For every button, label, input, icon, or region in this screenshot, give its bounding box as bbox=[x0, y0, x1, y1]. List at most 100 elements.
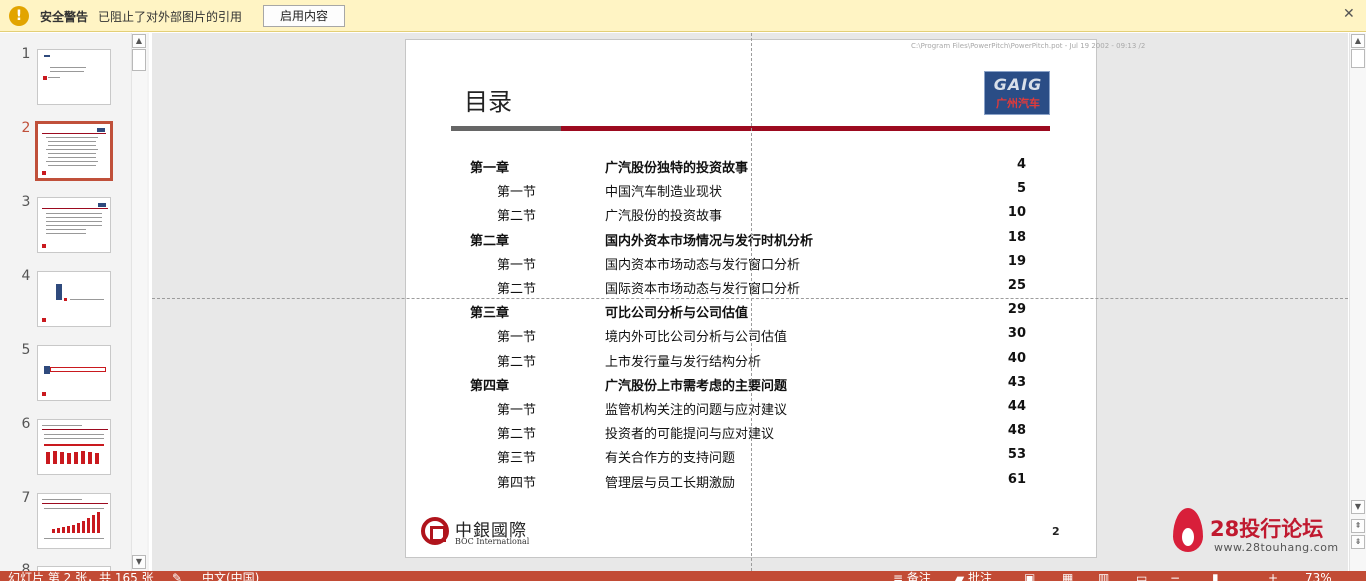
gaig-logo: GAIG 广州汽车 bbox=[984, 71, 1050, 115]
toc-page-number: 25 bbox=[1007, 278, 1026, 293]
slide-thumbnail-2[interactable] bbox=[35, 121, 113, 181]
toc-page-number: 40 bbox=[1007, 350, 1026, 366]
forum-watermark: 28投行论坛 www.28touhang.com bbox=[1170, 505, 1346, 555]
zoom-level[interactable]: 73% bbox=[1305, 572, 1332, 581]
warning-shield-icon: ! bbox=[9, 6, 29, 26]
scroll-up-icon[interactable]: ▲ bbox=[1351, 34, 1365, 48]
toc-label: 第二节 bbox=[497, 209, 537, 225]
toc-page-number: 18 bbox=[1007, 229, 1026, 245]
gaig-logo-subtext: 广州汽车 bbox=[996, 97, 1040, 110]
toc-page-number: 5 bbox=[1016, 181, 1026, 197]
watermark-url: www.28touhang.com bbox=[1214, 541, 1339, 554]
title-rule-red bbox=[561, 126, 1050, 131]
thumbnail-scrollbar[interactable]: ▲ ▼ bbox=[131, 33, 147, 571]
toc-page-number: 10 bbox=[1007, 205, 1026, 221]
scroll-up-icon[interactable]: ▲ bbox=[132, 34, 146, 48]
toc-page-number: 53 bbox=[1007, 447, 1026, 463]
thumbnail-number: 2 bbox=[21, 120, 31, 136]
toc-label: 第一节 bbox=[497, 403, 537, 418]
slide-thumbnail-7[interactable] bbox=[37, 493, 111, 549]
boc-logo: 中銀國際 BOC International bbox=[421, 516, 531, 550]
zoom-slider[interactable]: ▮ bbox=[1212, 572, 1219, 581]
toc-page-number: 44 bbox=[1007, 399, 1026, 414]
thumbnail-number: 6 bbox=[21, 416, 31, 432]
slide-sorter-icon[interactable]: ▦ bbox=[1062, 572, 1073, 581]
zoom-in-icon[interactable]: + bbox=[1268, 572, 1278, 581]
reading-view-icon[interactable]: ▥ bbox=[1098, 572, 1109, 581]
previous-slide-icon[interactable]: ⇞ bbox=[1351, 519, 1365, 533]
slide-thumbnail-5[interactable] bbox=[37, 345, 111, 401]
slide-thumbnail-1[interactable] bbox=[37, 49, 111, 105]
toc-label: 第三节 bbox=[497, 451, 537, 467]
toc-label: 第四节 bbox=[497, 475, 537, 491]
toc-title: 国内资本市场动态与发行窗口分析 bbox=[605, 257, 801, 273]
toc-page-number: 61 bbox=[1007, 471, 1026, 487]
thumbnail-number: 1 bbox=[21, 46, 31, 62]
slide-thumbnail-6[interactable] bbox=[37, 419, 111, 475]
zoom-out-icon[interactable]: − bbox=[1170, 572, 1180, 581]
security-warning-title: 安全警告 bbox=[40, 10, 89, 24]
enable-content-button[interactable]: 启用内容 bbox=[263, 5, 345, 27]
toc-title: 广汽股份的投资故事 bbox=[605, 209, 723, 225]
toc-title: 国际资本市场动态与发行窗口分析 bbox=[605, 282, 801, 297]
boc-emblem-icon bbox=[421, 517, 449, 545]
toc-page-number: 43 bbox=[1007, 374, 1026, 390]
status-bar: 幻灯片 第 2 张，共 165 张 ✎ 中文(中国) ≡ 备注 ▰ 批注 ▣ ▦… bbox=[0, 571, 1366, 581]
toc-label: 第二章 bbox=[470, 233, 510, 249]
spellcheck-icon[interactable]: ✎ bbox=[172, 572, 182, 581]
slide-thumbnail-pane[interactable]: 1 2 3 4 5 6 7 8 bbox=[0, 33, 149, 578]
scrollbar-thumb[interactable] bbox=[1351, 49, 1365, 68]
slideshow-icon[interactable]: ▭ bbox=[1136, 572, 1147, 581]
slide-title[interactable]: 目录 bbox=[464, 82, 512, 117]
toc-title: 广汽股份独特的投资故事 bbox=[605, 161, 749, 176]
toc-title: 中国汽车制造业现状 bbox=[605, 185, 723, 201]
vertical-guide[interactable] bbox=[751, 33, 752, 571]
toc-label: 第一节 bbox=[497, 185, 537, 201]
toc-title: 上市发行量与发行结构分析 bbox=[605, 354, 762, 370]
toc-label: 第二节 bbox=[497, 354, 537, 370]
boc-logo-english: BOC International bbox=[455, 537, 530, 546]
comments-button[interactable]: ▰ 批注 bbox=[955, 572, 992, 581]
toc-title: 监管机构关注的问题与应对建议 bbox=[605, 403, 788, 418]
toc-page-number: 30 bbox=[1007, 326, 1026, 342]
toc-title: 管理层与员工长期激励 bbox=[605, 475, 736, 491]
toc-label: 第一节 bbox=[497, 257, 537, 273]
horizontal-guide[interactable] bbox=[152, 298, 1348, 299]
language-indicator[interactable]: 中文(中国) bbox=[202, 572, 259, 581]
slide-page-number: 2 bbox=[1052, 525, 1060, 538]
scroll-down-icon[interactable]: ▼ bbox=[1351, 500, 1365, 514]
normal-view-icon[interactable]: ▣ bbox=[1024, 572, 1035, 581]
toc-label: 第一节 bbox=[497, 330, 537, 346]
toc-title: 有关合作方的支持问题 bbox=[605, 451, 736, 467]
toc-page-number: 4 bbox=[1016, 157, 1026, 172]
toc-page-number: 19 bbox=[1007, 253, 1026, 269]
scroll-down-icon[interactable]: ▼ bbox=[132, 555, 146, 569]
toc-label: 第三章 bbox=[470, 306, 510, 322]
toc-title: 国内外资本市场情况与发行时机分析 bbox=[605, 233, 814, 249]
toc-label: 第二节 bbox=[497, 427, 537, 443]
toc-title: 投资者的可能提问与应对建议 bbox=[605, 427, 775, 443]
toc-label: 第二节 bbox=[497, 282, 537, 297]
toc-title: 境内外可比公司分析与公司估值 bbox=[605, 330, 788, 346]
notes-label: 备注 bbox=[906, 571, 931, 581]
toc-title: 可比公司分析与公司估值 bbox=[605, 306, 749, 322]
close-icon[interactable]: ✕ bbox=[1343, 6, 1355, 22]
flame-logo-icon bbox=[1173, 508, 1203, 552]
thumbnail-number: 5 bbox=[21, 342, 31, 358]
toc-label: 第一章 bbox=[470, 161, 510, 176]
title-rule-gray bbox=[451, 126, 561, 131]
comments-label: 批注 bbox=[968, 571, 993, 581]
slide-scrollbar[interactable]: ▲ ▼ ⇞ ⇟ bbox=[1349, 33, 1366, 571]
toc-page-number: 48 bbox=[1007, 423, 1026, 439]
thumbnail-number: 7 bbox=[21, 490, 31, 506]
next-slide-icon[interactable]: ⇟ bbox=[1351, 535, 1365, 549]
slide-thumbnail-3[interactable] bbox=[37, 197, 111, 253]
toc-label: 第四章 bbox=[470, 378, 510, 394]
toc-page-number: 29 bbox=[1007, 302, 1026, 318]
watermark-text: 28投行论坛 bbox=[1210, 517, 1324, 541]
thumbnail-number: 3 bbox=[21, 194, 31, 210]
scrollbar-thumb[interactable] bbox=[132, 49, 146, 71]
gaig-logo-text: GAIG bbox=[993, 75, 1043, 94]
notes-button[interactable]: ≡ 备注 bbox=[893, 572, 931, 581]
slide-thumbnail-4[interactable] bbox=[37, 271, 111, 327]
